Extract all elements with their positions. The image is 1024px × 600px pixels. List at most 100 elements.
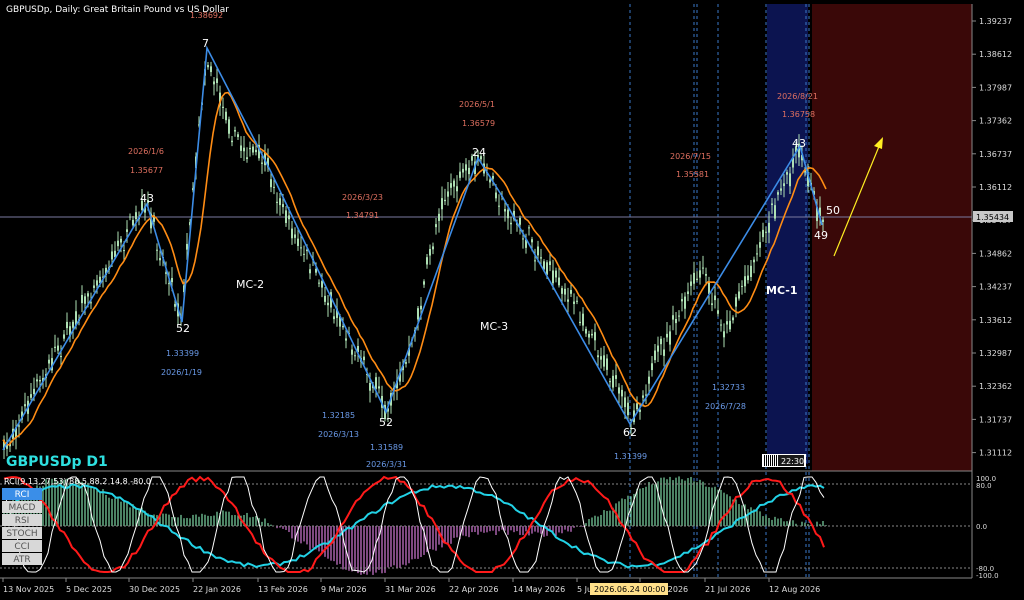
- candle-body: [540, 257, 542, 259]
- candle-body: [48, 359, 50, 364]
- candle-body: [63, 334, 65, 339]
- candle-body: [444, 199, 446, 202]
- indicator-button-stoch[interactable]: STOCH: [2, 527, 42, 539]
- candle-body: [564, 288, 566, 295]
- candle-body: [708, 281, 710, 294]
- candle-body: [279, 198, 281, 206]
- candle-body: [126, 229, 128, 232]
- candle-body: [39, 380, 41, 382]
- candle-body: [315, 268, 317, 273]
- time-tick-label: 14 May 2026: [513, 585, 565, 594]
- symbol-label: GBPUSDp D1: [6, 454, 108, 470]
- candle-body: [588, 333, 590, 338]
- indicator-axis-label: -100.0: [976, 572, 999, 580]
- candle-body: [705, 274, 707, 276]
- candle-body: [738, 291, 740, 299]
- candle-body: [321, 281, 323, 288]
- wave-label: 43: [792, 137, 806, 150]
- candle-body: [249, 147, 251, 150]
- candle-body: [534, 260, 536, 262]
- price-tick-label: 1.33612: [979, 316, 1012, 325]
- candle-body: [123, 250, 125, 252]
- price-tick-label: 1.37362: [979, 117, 1012, 126]
- candle-body: [780, 188, 782, 191]
- candle-body: [459, 171, 461, 178]
- candle-body: [672, 315, 674, 320]
- chart-window[interactable]: GBPUSDp, Daily: Great Britain Pound vs U…: [0, 0, 1024, 600]
- price-tick-label: 1.32987: [979, 349, 1012, 358]
- candle-body: [495, 192, 497, 199]
- candle-body: [747, 275, 749, 281]
- candle-body: [210, 66, 212, 73]
- indicator-button-rci[interactable]: RCI: [2, 488, 42, 500]
- wave-label: 62: [623, 426, 637, 439]
- peak-date: 2026/3/23: [342, 193, 383, 202]
- candle-body: [132, 219, 134, 226]
- peak-date: 2026/1/6: [128, 147, 164, 156]
- candle-body: [309, 269, 311, 274]
- time-tick-label: 22 Jan 2026: [193, 585, 241, 594]
- candle-body: [681, 299, 683, 302]
- candle-body: [621, 389, 623, 397]
- candle-body: [684, 296, 686, 309]
- candle-body: [90, 302, 92, 304]
- candle-body: [723, 331, 725, 338]
- candle-body: [57, 345, 59, 351]
- candle-body: [570, 290, 572, 294]
- indicator-button-macd[interactable]: MACD: [2, 501, 42, 513]
- candle-body: [453, 180, 455, 187]
- candle-body: [426, 257, 428, 265]
- candle-body: [216, 78, 218, 83]
- candle-body: [54, 346, 56, 348]
- candle-body: [579, 321, 581, 324]
- peak-price: 1.35677: [130, 166, 163, 175]
- price-tick-label: 1.32362: [979, 382, 1012, 391]
- indicator-button-rsi[interactable]: RSI: [2, 514, 42, 526]
- candle-body: [642, 395, 644, 398]
- peak-price: 1.36758: [782, 110, 815, 119]
- candle-body: [213, 81, 215, 85]
- candle-body: [84, 296, 86, 304]
- candle-body: [363, 356, 365, 361]
- candle-body: [174, 304, 176, 307]
- time-tick-label: 21 Jul 2026: [705, 585, 750, 594]
- indicator-button-label: STOCH: [6, 529, 37, 539]
- candle-body: [693, 272, 695, 284]
- candle-body: [759, 242, 761, 248]
- candle-body: [351, 349, 353, 355]
- candle-body: [735, 297, 737, 307]
- indicator-button-cci[interactable]: CCI: [2, 540, 42, 552]
- candle-body: [375, 377, 377, 389]
- candle-body: [600, 356, 602, 360]
- price-tick-label: 1.31112: [979, 449, 1012, 458]
- candle-body: [246, 157, 248, 160]
- time-tick-label: 13 Nov 2025: [3, 585, 54, 594]
- candle-body: [702, 267, 704, 269]
- candle-body: [171, 277, 173, 283]
- candle-body: [783, 183, 785, 187]
- candle-body: [324, 295, 326, 302]
- candle-body: [369, 382, 371, 391]
- candle-body: [252, 146, 254, 153]
- candle-body: [276, 201, 278, 203]
- peak-date: 2026/8/21: [777, 92, 818, 101]
- candle-body: [378, 386, 380, 389]
- time-tick-label: 5 Dec 2025: [66, 585, 112, 594]
- candle-body: [429, 248, 431, 256]
- peak-date: 2026/5/1: [459, 100, 495, 109]
- barcode-bar: [776, 455, 777, 466]
- price-tick-label: 1.37987: [979, 83, 1012, 92]
- candle-body: [717, 310, 719, 314]
- candle-body: [687, 291, 689, 295]
- price-tick-label: 1.31737: [979, 415, 1012, 424]
- candle-body: [33, 388, 35, 394]
- candle-body: [66, 321, 68, 329]
- candle-body: [135, 212, 137, 220]
- wave-label: 49: [814, 229, 828, 242]
- wave-label: 43: [140, 192, 154, 205]
- peak-price: 1.35581: [676, 170, 709, 179]
- candle-body: [636, 403, 638, 410]
- indicator-button-atr[interactable]: ATR: [2, 553, 42, 565]
- candle-body: [624, 397, 626, 408]
- candle-body: [207, 65, 209, 68]
